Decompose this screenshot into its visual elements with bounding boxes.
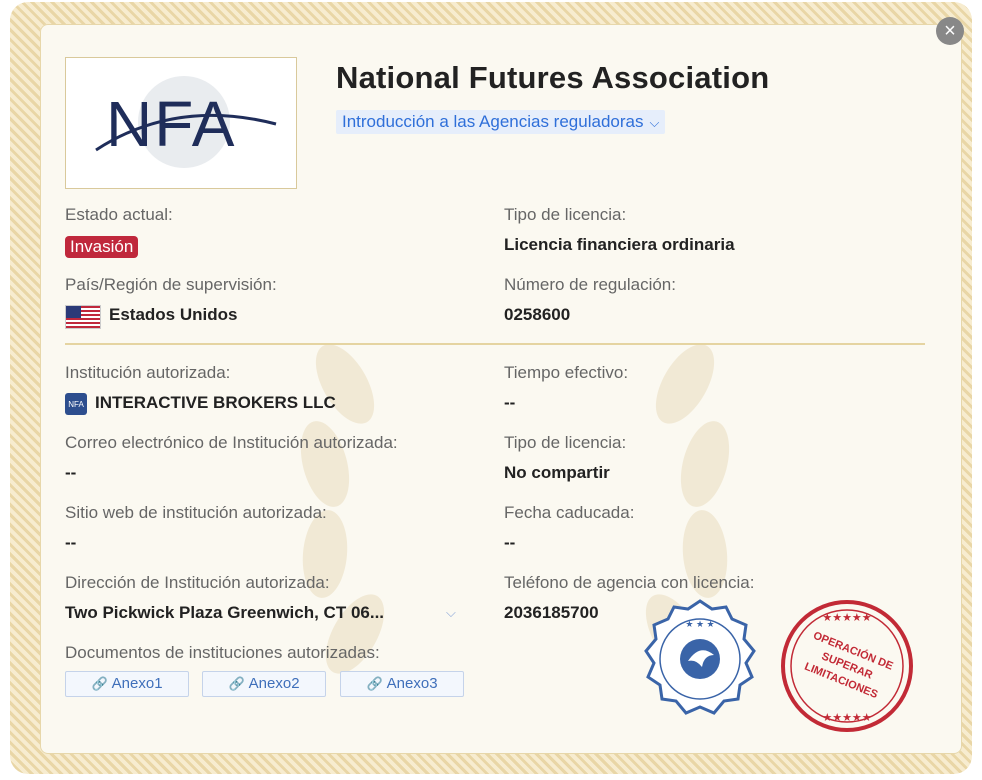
section-divider xyxy=(65,343,925,345)
annex-3-button[interactable]: 🔗 Anexo3 xyxy=(340,671,464,697)
link-icon: 🔗 xyxy=(91,676,108,691)
license-type-2-label: Tipo de licencia: xyxy=(504,433,627,452)
website-value: -- xyxy=(65,533,77,552)
reg-number-label: Número de regulación: xyxy=(504,275,676,294)
page-title: National Futures Association xyxy=(336,60,770,95)
license-type-2-value: No compartir xyxy=(504,463,610,482)
logo-text: NFA xyxy=(106,88,236,160)
institution-label: Institución autorizada: xyxy=(65,363,231,382)
institution-value: INTERACTIVE BROKERS LLC xyxy=(95,393,336,412)
svg-text:★★★★★: ★★★★★ xyxy=(822,612,871,624)
annex-1-label: Anexo1 xyxy=(111,675,163,692)
region-label: País/Región de supervisión: xyxy=(65,275,277,294)
link-icon: 🔗 xyxy=(366,676,383,691)
status-label: Estado actual: xyxy=(65,205,173,224)
region-value: Estados Unidos xyxy=(109,305,238,324)
institution-logo-icon: NFA xyxy=(65,393,87,415)
phone-value: 2036185700 xyxy=(504,603,599,622)
address-value: Two Pickwick Plaza Greenwich, CT 06... xyxy=(65,603,385,622)
status-badge: Invasión xyxy=(65,236,139,258)
chevron-down-icon: ⌵ xyxy=(649,115,660,130)
us-flag-icon xyxy=(65,305,101,329)
expiry-value: -- xyxy=(504,533,516,552)
website-label: Sitio web de institución autorizada: xyxy=(65,503,327,522)
svg-text:★★★★★: ★★★★★ xyxy=(822,712,871,724)
annex-2-label: Anexo2 xyxy=(248,675,300,692)
license-type-label: Tipo de licencia: xyxy=(504,205,627,224)
intro-dropdown[interactable]: Introducción a las Agencias reguladoras ⌵ xyxy=(336,110,666,134)
annex-2-button[interactable]: 🔗 Anexo2 xyxy=(202,671,326,697)
overcome-limits-stamp: ★★★★★ ★★★★★ OPERACIÓN DE SUPERAR LIMITAC… xyxy=(781,600,913,732)
regulator-logo: NFA xyxy=(65,57,297,189)
address-label: Dirección de Institución autorizada: xyxy=(65,573,330,592)
reg-number-value: 0258600 xyxy=(504,305,571,324)
phone-label: Teléfono de agencia con licencia: xyxy=(504,573,755,592)
documents-label: Documentos de instituciones autorizadas: xyxy=(65,643,380,662)
close-button[interactable]: × xyxy=(936,17,964,45)
close-icon: × xyxy=(944,20,956,42)
annex-1-button[interactable]: 🔗 Anexo1 xyxy=(65,671,189,697)
email-value: -- xyxy=(65,463,77,482)
email-label: Correo electrónico de Institución autori… xyxy=(65,433,398,452)
effective-time-label: Tiempo efectivo: xyxy=(504,363,629,382)
intro-label: Introducción a las Agencias reguladoras xyxy=(342,112,644,131)
address-expand-icon[interactable]: ⌵ xyxy=(446,605,456,621)
effective-time-value: -- xyxy=(504,393,516,412)
license-type-value: Licencia financiera ordinaria xyxy=(504,235,735,254)
wikifx-authentication-seal: ★ ★ ★ xyxy=(644,599,756,715)
svg-text:★ ★ ★: ★ ★ ★ xyxy=(685,619,714,629)
expiry-label: Fecha caducada: xyxy=(504,503,635,522)
link-icon: 🔗 xyxy=(228,676,245,691)
annex-3-label: Anexo3 xyxy=(386,675,438,692)
